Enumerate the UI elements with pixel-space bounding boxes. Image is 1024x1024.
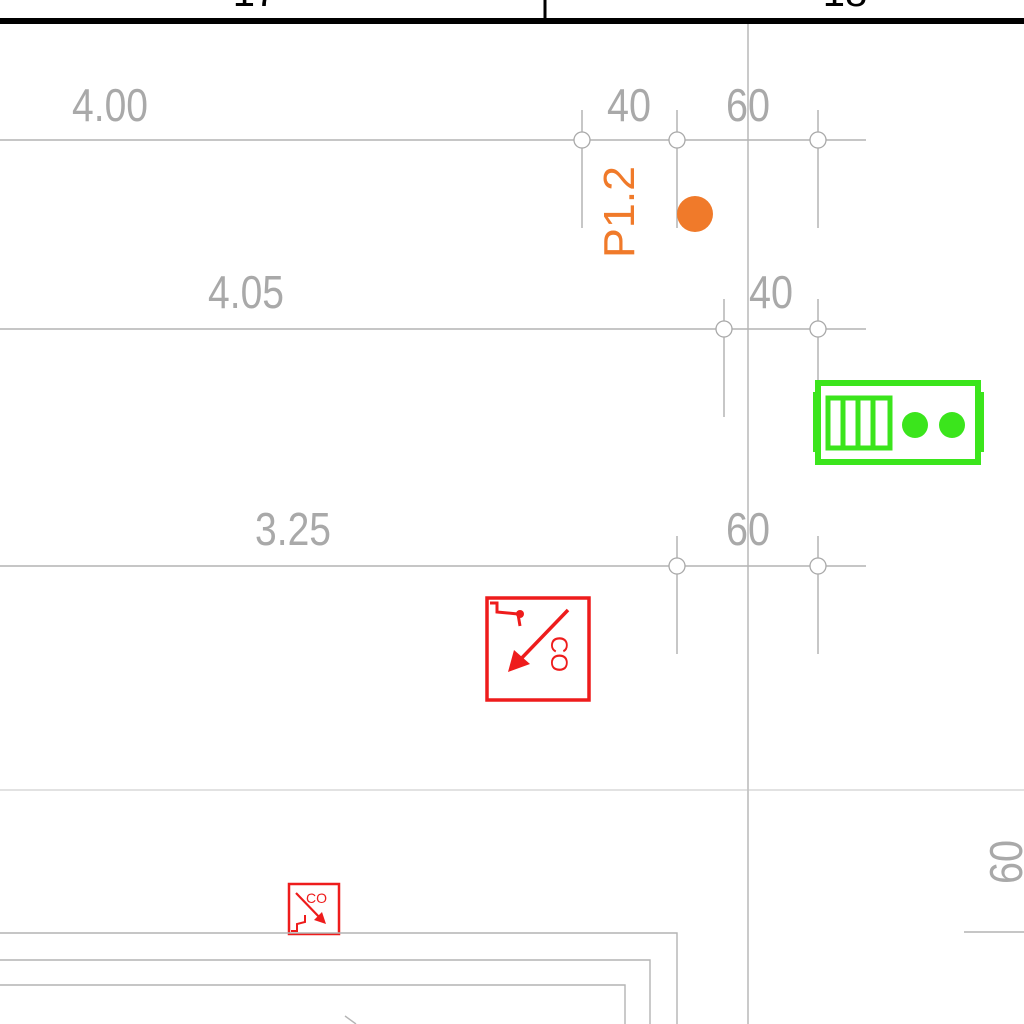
dimension-label-a: 40 [607, 79, 651, 131]
dimension-node [668, 557, 686, 575]
panel-indicator [939, 412, 965, 438]
dimension-label-a: 60 [726, 503, 770, 555]
dimension-label-a: 40 [749, 266, 793, 318]
dimension-label-main: 4.00 [72, 79, 148, 131]
point-label: P1.2 [595, 166, 644, 258]
detector-hook-dot [516, 610, 524, 618]
co-detector-icon[interactable]: CO [287, 882, 341, 936]
detector-label: CO [545, 636, 572, 672]
column-label-left: 17 [233, 0, 278, 15]
wall-line-outer [0, 932, 678, 1024]
co-detector-icon[interactable]: CO [485, 596, 591, 702]
panel-bracket-left [813, 392, 819, 452]
wall-diagonal [344, 1015, 357, 1024]
point-marker-p12[interactable]: P1.2 [595, 166, 713, 258]
column-label-right: 18 [823, 0, 868, 15]
detector-hook [490, 601, 522, 627]
dimension-row-2: 4.05 40 [0, 266, 866, 417]
wall-outline [0, 932, 678, 1024]
dimension-row-1: 4.00 40 60 [0, 79, 866, 228]
dimension-node [715, 320, 733, 338]
panel-indicator [902, 412, 928, 438]
filled-circle-icon [677, 196, 713, 232]
detector-hook [291, 915, 306, 932]
dimension-row-3: 3.25 60 [0, 503, 866, 654]
side-dimension: 60 [964, 840, 1024, 933]
dimension-label-main: 4.05 [208, 266, 284, 318]
dimension-node [573, 131, 591, 149]
wall-line-middle [0, 959, 651, 1024]
dimension-node [809, 131, 827, 149]
dimension-node [668, 131, 686, 149]
dimension-node [809, 557, 827, 575]
dimension-label-main: 3.25 [255, 503, 331, 555]
wall-line-inner [0, 984, 626, 1024]
panel-bracket-right [978, 392, 984, 452]
detector-label: CO [306, 890, 327, 906]
side-dimension-label: 60 [980, 840, 1024, 884]
header-strip: 17 18 [0, 0, 1024, 24]
floor-plan-canvas: 17 18 4.00 40 60 P1.2 4.05 40 [0, 0, 1024, 1024]
dimension-label-b: 60 [726, 79, 770, 131]
control-panel-icon[interactable] [813, 380, 984, 465]
dimension-node [809, 320, 827, 338]
